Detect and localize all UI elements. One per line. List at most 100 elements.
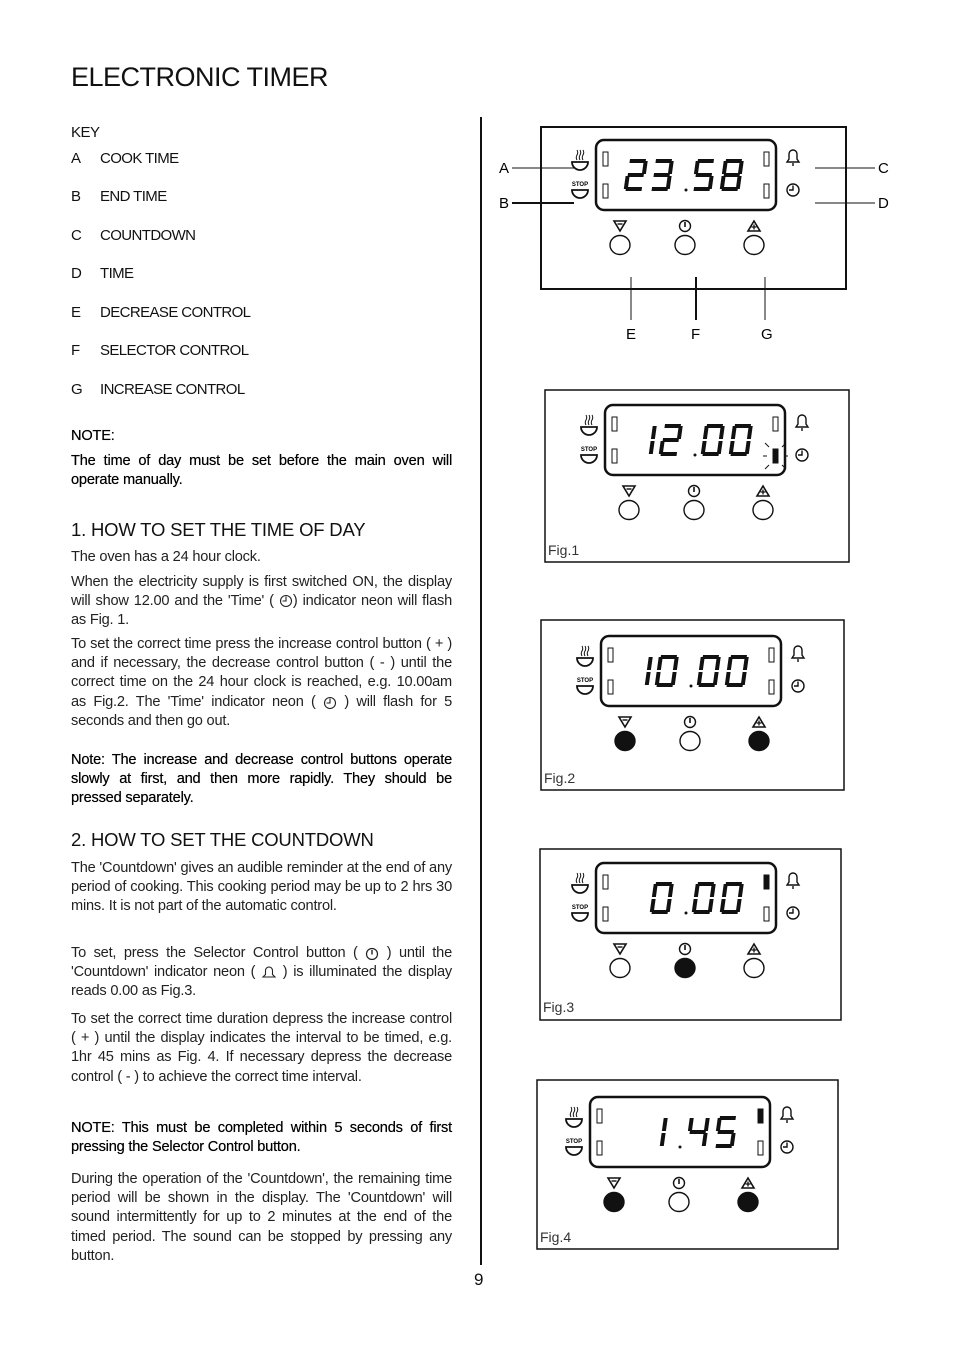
clock-icon <box>791 679 805 693</box>
increase-button[interactable] <box>752 499 774 521</box>
display-digit <box>728 424 753 456</box>
key-label: COUNTDOWN <box>100 227 196 244</box>
decrease-symbol-icon <box>621 485 637 498</box>
increase-button[interactable] <box>748 730 770 752</box>
display-digit <box>715 1116 736 1148</box>
decimal-point <box>684 188 688 192</box>
display-digit <box>724 655 749 687</box>
decrease-button[interactable] <box>618 499 640 521</box>
section2-paragraph-2: To set, press the Selector Control butto… <box>71 944 452 1002</box>
selector-button[interactable] <box>674 957 696 979</box>
decrease-button[interactable] <box>609 234 631 256</box>
increase-symbol-icon <box>746 219 762 232</box>
timer-panel: STOP <box>576 634 806 752</box>
decimal-point <box>689 684 693 688</box>
note-text: The time of day must be set before the m… <box>71 453 452 489</box>
key-letter: B <box>71 188 81 205</box>
decrease-button[interactable] <box>614 730 636 752</box>
section2-paragraph-1: The 'Countdown' gives an audible reminde… <box>71 860 452 915</box>
lcd-display <box>603 403 787 477</box>
callout-b: B <box>499 195 509 212</box>
decrease-button[interactable] <box>603 1191 625 1213</box>
decimal-point <box>684 911 688 915</box>
display-digit <box>623 159 648 191</box>
countdown-indicator <box>768 647 775 663</box>
cook-time-icon <box>571 149 589 171</box>
key-heading: KEY <box>71 124 100 141</box>
lcd-display <box>599 634 783 708</box>
display-digit <box>651 159 674 191</box>
key-item-g: G INCREASE CONTROL <box>71 381 245 398</box>
key-label: COOK TIME <box>100 150 179 167</box>
figure-caption: Fig.3 <box>543 999 574 1015</box>
selector-button[interactable] <box>683 499 705 521</box>
section1-note: Note: The increase and decrease control … <box>71 752 452 807</box>
cook-time-indicator <box>596 1108 603 1124</box>
section1-paragraph-2: When the electricity supply is first swi… <box>71 573 452 631</box>
callout-d: D <box>878 195 889 212</box>
key-item-e: E DECREASE CONTROL <box>71 304 251 321</box>
bell-icon <box>785 149 801 166</box>
clock-icon <box>323 696 337 709</box>
bell-icon <box>794 414 810 431</box>
decrease-symbol-icon <box>617 716 633 729</box>
end-time-indicator <box>611 448 618 464</box>
countdown-indicator <box>772 416 779 432</box>
figure-2: STOP Fig.2 <box>540 619 845 791</box>
section2-heading: 2. HOW TO SET THE COUNTDOWN <box>71 829 374 850</box>
increase-button[interactable] <box>737 1191 759 1213</box>
clock-icon <box>279 595 292 608</box>
clock-icon <box>786 183 800 197</box>
svg-text:STOP: STOP <box>572 905 588 911</box>
increase-button[interactable] <box>743 957 765 979</box>
end-time-indicator <box>596 1140 603 1156</box>
time-indicator <box>768 679 775 695</box>
selector-symbol-icon <box>672 1176 686 1190</box>
key-letter: A <box>71 150 81 167</box>
cook-time-icon <box>565 1106 583 1128</box>
svg-text:STOP: STOP <box>577 678 593 684</box>
figure-caption: Fig.4 <box>540 1229 571 1245</box>
increase-button[interactable] <box>743 234 765 256</box>
time-indicator <box>763 906 770 922</box>
figure-1: STOP Fig.1 <box>544 389 850 563</box>
display-digit <box>700 424 725 456</box>
selector-symbol-icon <box>678 219 692 233</box>
cook-time-icon <box>571 872 589 894</box>
time-indicator <box>763 183 770 199</box>
cook-time-icon <box>580 414 598 436</box>
increase-symbol-icon <box>746 942 762 955</box>
display-digit <box>691 882 716 914</box>
selector-button[interactable] <box>679 730 701 752</box>
decrease-symbol-icon <box>612 943 628 956</box>
key-item-f: F SELECTOR CONTROL <box>71 342 249 359</box>
lcd-display <box>594 861 778 935</box>
display-digit <box>693 159 714 191</box>
key-label: DECREASE CONTROL <box>100 304 251 321</box>
key-label: SELECTOR CONTROL <box>100 342 249 359</box>
end-time-icon: STOP <box>576 678 594 695</box>
end-time-icon: STOP <box>580 447 598 464</box>
key-label: INCREASE CONTROL <box>100 381 245 398</box>
key-item-b: B END TIME <box>71 188 167 205</box>
selector-icon <box>366 948 379 961</box>
decrease-button[interactable] <box>609 957 631 979</box>
end-time-indicator <box>607 679 614 695</box>
key-item-d: D TIME <box>71 265 134 282</box>
svg-text:STOP: STOP <box>566 1139 582 1145</box>
selector-button[interactable] <box>674 234 696 256</box>
end-time-indicator <box>602 906 609 922</box>
display-digit <box>648 426 657 454</box>
cook-time-indicator <box>602 874 609 890</box>
selector-symbol-icon <box>687 484 701 498</box>
key-label: END TIME <box>100 188 167 205</box>
bell-icon <box>261 966 277 978</box>
selector-button[interactable] <box>668 1191 690 1213</box>
end-time-icon: STOP <box>565 1139 583 1156</box>
decrease-symbol-icon <box>606 1177 622 1190</box>
time-indicator <box>772 448 779 464</box>
cook-time-indicator <box>607 647 614 663</box>
key-label: TIME <box>100 265 134 282</box>
callout-g: G <box>761 326 773 343</box>
bell-icon <box>779 1106 795 1123</box>
